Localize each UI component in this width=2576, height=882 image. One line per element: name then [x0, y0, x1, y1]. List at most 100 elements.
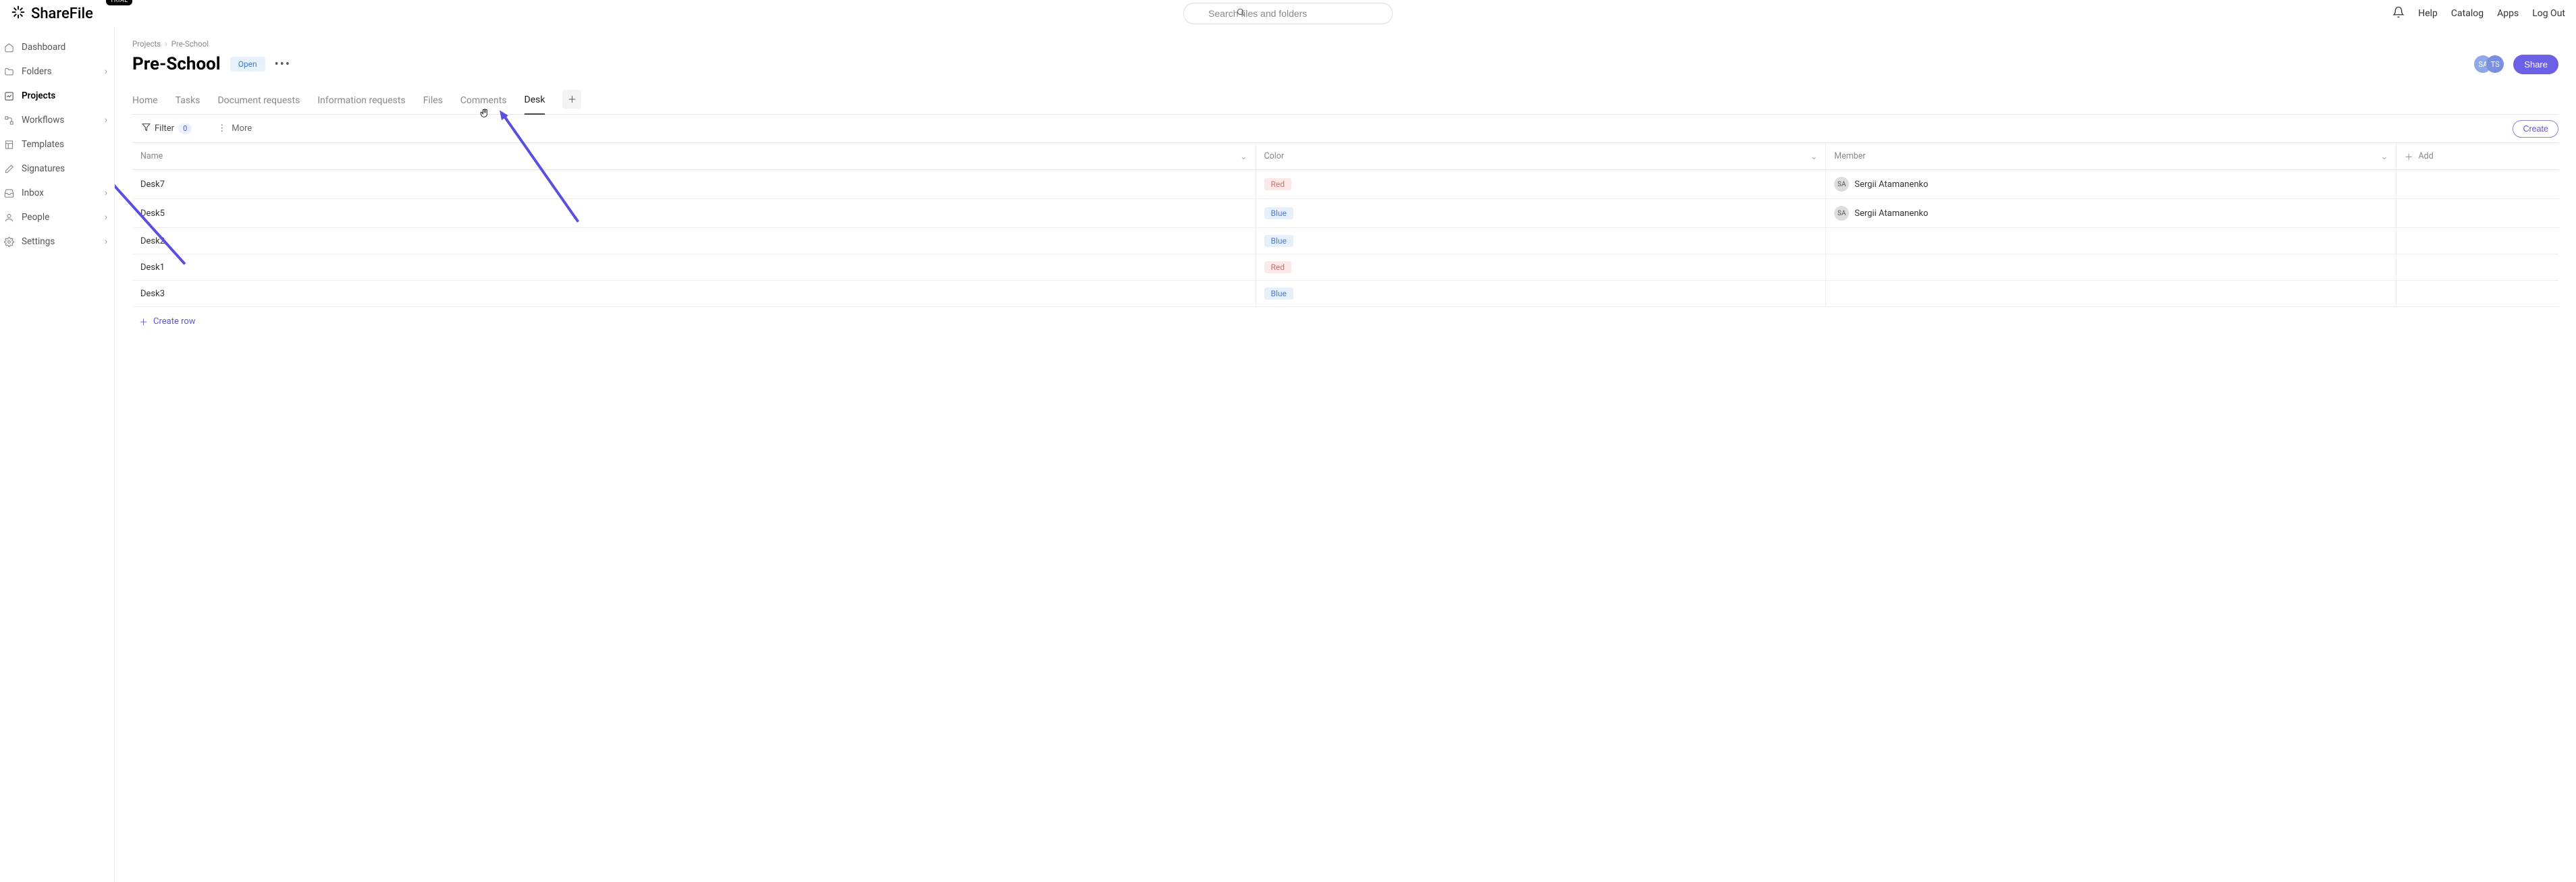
add-tab-button[interactable]: ＋ [562, 90, 581, 109]
catalog-link[interactable]: Catalog [2451, 8, 2484, 19]
add-column-button[interactable]: ＋ Add [2396, 143, 2558, 169]
color-tag: Blue [1264, 235, 1293, 247]
home-icon [3, 43, 15, 53]
sidebar-item-signatures[interactable]: Signatures [0, 157, 114, 181]
sidebar-item-templates[interactable]: Templates [0, 132, 114, 157]
member-name: Sergii Atamanenko [1854, 180, 1928, 190]
sidebar-item-label: People [22, 212, 49, 223]
sidebar-item-label: Dashboard [22, 42, 65, 53]
data-table: Name ⌄ Color ⌄ Member ⌄ ＋ Add Desk7 Red SA… [132, 142, 2558, 336]
color-tag: Blue [1264, 287, 1293, 300]
search-input[interactable] [1183, 3, 1393, 24]
cell-color[interactable]: Red [1256, 170, 1827, 198]
tab-home[interactable]: Home [132, 90, 158, 114]
cell-color[interactable]: Blue [1256, 281, 1827, 306]
sidebar-item-label: Inbox [22, 188, 44, 198]
plus-icon: ＋ [568, 92, 576, 105]
tab-files[interactable]: Files [423, 90, 443, 114]
table-toolbar: Filter 0 ⋮ More Create [132, 115, 2558, 142]
cell-member[interactable]: SASergii Atamanenko [1826, 199, 2396, 227]
apps-link[interactable]: Apps [2497, 8, 2519, 19]
chevron-right-icon: › [105, 188, 107, 198]
chevron-down-icon: ⌄ [1810, 151, 1817, 162]
table-header: Name ⌄ Color ⌄ Member ⌄ ＋ Add [132, 143, 2558, 170]
chevron-down-icon: ⌄ [1240, 151, 1247, 162]
help-link[interactable]: Help [2418, 8, 2438, 19]
kebab-icon: ⋮ [217, 123, 226, 134]
logout-link[interactable]: Log Out [2532, 8, 2565, 19]
sidebar-item-label: Templates [22, 139, 64, 150]
create-row-button[interactable]: ＋ Create row [132, 307, 2558, 336]
main-content: Projects › Pre-School Pre-School Open ••… [115, 27, 2576, 882]
tab-information-requests[interactable]: Information requests [317, 90, 405, 114]
breadcrumb: Projects › Pre-School [132, 39, 2558, 49]
status-badge[interactable]: Open [230, 57, 265, 72]
cell-empty [2396, 254, 2558, 280]
tab-document-requests[interactable]: Document requests [217, 90, 300, 114]
column-label: Member [1834, 151, 1865, 161]
filter-icon [142, 123, 151, 134]
cell-member[interactable] [1826, 254, 2396, 280]
plus-icon: ＋ [139, 315, 148, 328]
filter-label: Filter [155, 123, 174, 134]
cell-name[interactable]: Desk1 [132, 254, 1256, 280]
breadcrumb-root[interactable]: Projects [132, 39, 161, 49]
add-column-label: Add [2419, 151, 2434, 161]
flow-icon [3, 115, 15, 126]
people-icon [3, 213, 15, 223]
avatar: SA [1834, 177, 1849, 192]
sidebar-item-folders[interactable]: Folders› [0, 59, 114, 84]
title-right: SATS Share [2474, 55, 2558, 74]
sign-icon [3, 164, 15, 174]
brand[interactable]: ShareFile [11, 5, 93, 22]
bell-icon[interactable] [2392, 6, 2405, 21]
cell-empty [2396, 281, 2558, 306]
cell-name[interactable]: Desk5 [132, 199, 1256, 227]
share-button[interactable]: Share [2513, 55, 2558, 74]
cell-name[interactable]: Desk3 [132, 281, 1256, 306]
create-button[interactable]: Create [2513, 120, 2558, 138]
chevron-right-icon: › [105, 115, 107, 126]
color-tag: Red [1264, 261, 1292, 273]
sidebar-item-dashboard[interactable]: Dashboard [0, 35, 114, 59]
sidebar-item-projects[interactable]: Projects [0, 84, 114, 108]
column-header-color[interactable]: Color ⌄ [1256, 143, 1827, 169]
tab-tasks[interactable]: Tasks [176, 90, 200, 114]
column-header-name[interactable]: Name ⌄ [132, 143, 1256, 169]
more-actions-icon[interactable]: ••• [275, 57, 291, 72]
cell-name[interactable]: Desk2 [132, 228, 1256, 254]
cell-member[interactable]: SA Sergii Atamanenko [1826, 170, 2396, 198]
plus-icon: ＋ [2405, 150, 2413, 163]
sidebar-item-workflows[interactable]: Workflows› [0, 108, 114, 132]
avatar[interactable]: TS [2486, 55, 2504, 73]
tab-comments[interactable]: Comments [460, 90, 507, 114]
cell-empty [2396, 199, 2558, 227]
topbar-right: Help Catalog Apps Log Out [2392, 6, 2565, 21]
cell-member[interactable] [1826, 228, 2396, 254]
page-title: Pre-School [132, 54, 221, 74]
table-row[interactable]: Desk1 Red [132, 254, 2558, 281]
table-row[interactable]: Desk7 Red SA Sergii Atamanenko [132, 170, 2558, 199]
chevron-right-icon: › [105, 212, 107, 223]
table-row[interactable]: Desk5BlueSASergii Atamanenko [132, 199, 2558, 228]
color-tag: Red [1264, 178, 1292, 190]
table-row[interactable]: Desk3 Blue [132, 281, 2558, 307]
folder-icon [3, 67, 15, 77]
chevron-right-icon: › [105, 66, 107, 77]
cell-name[interactable]: Desk7 [132, 170, 1256, 198]
cell-color[interactable]: Blue [1256, 228, 1827, 254]
cell-member[interactable] [1826, 281, 2396, 306]
cell-color[interactable]: Blue [1256, 199, 1827, 227]
member-name: Sergii Atamanenko [1854, 209, 1928, 219]
sidebar-item-people[interactable]: People › [0, 205, 114, 229]
sidebar-item-settings[interactable]: Settings› [0, 229, 114, 254]
tab-desk[interactable]: Desk [525, 89, 545, 115]
search-container [1183, 3, 1393, 24]
column-header-member[interactable]: Member ⌄ [1826, 143, 2396, 169]
more-button[interactable]: ⋮ More [217, 123, 252, 134]
cell-color[interactable]: Red [1256, 254, 1827, 280]
table-row[interactable]: Desk2 Blue [132, 228, 2558, 254]
projects-icon [3, 91, 15, 101]
sidebar-item-inbox[interactable]: Inbox › [0, 181, 114, 205]
filter-button[interactable]: Filter 0 [132, 123, 192, 134]
